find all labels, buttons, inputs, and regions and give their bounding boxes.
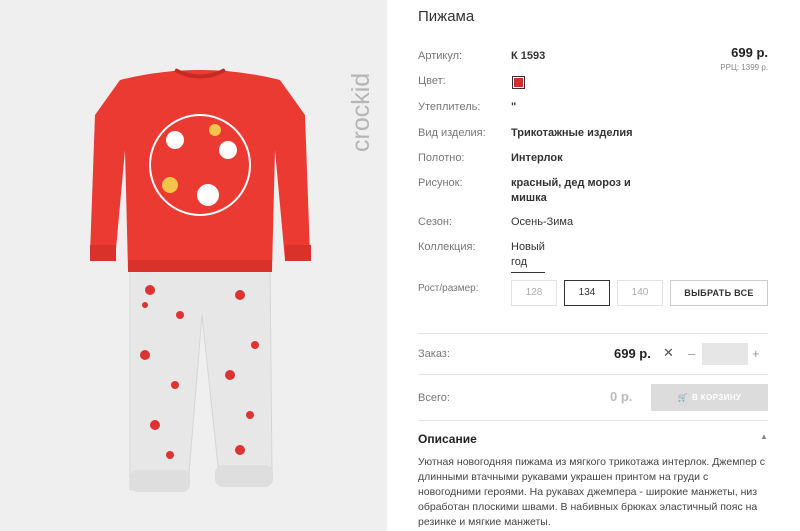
order-label: Заказ: (418, 348, 450, 360)
add-to-cart-label: В КОРЗИНУ (691, 393, 742, 402)
description-text: Уютная новогодняя пижама из мягкого трик… (418, 456, 765, 528)
recommended-price: РРЦ: 1399 р. (720, 63, 768, 72)
pants-shape (129, 259, 273, 492)
divider (418, 374, 768, 375)
divider (418, 420, 768, 421)
quantity-input[interactable] (702, 343, 748, 365)
size-option-134[interactable]: 134 (564, 280, 610, 306)
article-label: Артикул: (418, 50, 463, 62)
print-value: красный, дед мороз и мишка (511, 177, 631, 204)
color-label: Цвет: (418, 75, 446, 87)
sweater-shape (90, 68, 311, 272)
brand-logo-text: crockid (347, 73, 375, 152)
collection-link[interactable]: Новый год (511, 240, 545, 273)
brand-logo: crockid (347, 73, 375, 152)
type-value: Трикотажные изделия (511, 127, 633, 139)
quantity-increase-button[interactable]: + (752, 346, 760, 361)
print-label: Рисунок: (418, 177, 463, 189)
insulation-label: Утеплитель: (418, 101, 481, 113)
page-title: Пижама (418, 8, 475, 25)
product-info-panel: Пижама 699 р. РРЦ: 1399 р. Артикул: К 15… (418, 0, 768, 531)
product-price: 699 р. (731, 45, 768, 60)
fabric-value: Интерлок (511, 152, 563, 164)
remove-icon[interactable]: ✕ (663, 345, 674, 361)
select-all-sizes-button[interactable]: ВЫБРАТЬ ВСЕ (670, 280, 768, 306)
total-label: Всего: (418, 392, 450, 404)
product-photo[interactable]: crockid (0, 0, 387, 531)
collection-label: Коллекция: (418, 241, 476, 253)
article-value: К 1593 (511, 50, 546, 62)
season-label: Сезон: (418, 216, 452, 228)
description-heading[interactable]: Описание (418, 432, 477, 446)
size-label: Рост/размер: (418, 283, 479, 294)
cart-icon: 🛒 (677, 393, 688, 402)
insulation-value: " (511, 101, 517, 113)
size-option-140[interactable]: 140 (617, 280, 663, 306)
divider (418, 333, 768, 334)
season-value: Осень-Зима (511, 216, 574, 228)
quantity-decrease-button[interactable]: – (688, 346, 695, 361)
collapse-caret-icon[interactable]: ▲ (760, 432, 768, 441)
total-value: 0 р. (610, 389, 633, 404)
add-to-cart-button[interactable]: 🛒 В КОРЗИНУ (651, 384, 768, 411)
color-swatch-red[interactable] (512, 76, 525, 89)
fabric-label: Полотно: (418, 152, 465, 164)
order-price: 699 р. (614, 346, 651, 361)
pajama-image (90, 68, 311, 492)
type-label: Вид изделия: (418, 127, 486, 139)
size-option-128[interactable]: 128 (511, 280, 557, 306)
